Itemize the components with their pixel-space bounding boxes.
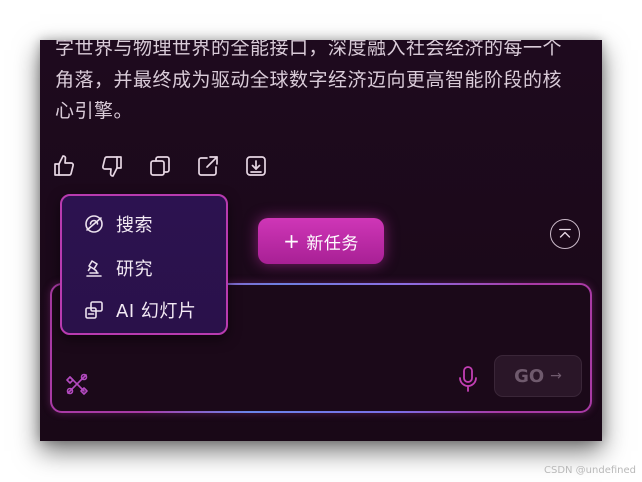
chevron-up-icon [559, 228, 571, 238]
arrow-right-icon: → [550, 368, 562, 384]
plus-icon: + [283, 229, 301, 253]
thumbs-down-icon [101, 156, 122, 177]
slides-icon [85, 301, 103, 319]
menu-item-label: AI 幻灯片 [116, 301, 197, 322]
mic-button[interactable] [456, 365, 480, 393]
new-task-label: 新任务 [306, 233, 359, 254]
go-label: GO [514, 365, 545, 387]
share-button[interactable] [194, 152, 222, 180]
collapse-button[interactable] [550, 219, 580, 249]
answer-line: 角落，并最终成为驱动全球数字经济迈向更高智能阶段的核 [55, 68, 563, 91]
watermark: CSDN @undefined [543, 465, 636, 476]
menu-item-label: 研究 [116, 259, 153, 280]
thumbs-up-icon [54, 155, 75, 176]
new-task-button[interactable]: + 新任务 [258, 218, 384, 264]
mic-icon [459, 366, 477, 392]
answer-line: 心引擎。 [55, 100, 134, 122]
mode-menu: 搜索 研究 AI 幻灯片 [60, 194, 228, 335]
go-button[interactable]: GO → [494, 355, 582, 397]
dislike-button[interactable] [98, 152, 126, 180]
answer-line: 字世界与物理世界的全能接口，深度融入社会经济的每一个 [55, 40, 563, 59]
like-button[interactable] [50, 152, 78, 180]
menu-item-label: 搜索 [116, 215, 153, 236]
microscope-icon [86, 260, 102, 277]
copy-icon [150, 156, 170, 176]
download-button[interactable] [242, 152, 270, 180]
chat-panel: 字世界与物理世界的全能接口，深度融入社会经济的每一个 角落，并最终成为驱动全球数… [40, 40, 602, 441]
answer-text: 字世界与物理世界的全能接口，深度融入社会经济的每一个 角落，并最终成为驱动全球数… [55, 40, 595, 128]
menu-item-research[interactable]: 研究 [84, 252, 153, 284]
copy-button[interactable] [146, 152, 174, 180]
tools-icon [66, 373, 88, 395]
share-icon [198, 156, 218, 176]
menu-item-search[interactable]: 搜索 [84, 208, 153, 240]
download-icon [246, 156, 266, 176]
tools-button[interactable] [64, 371, 90, 397]
search-icon [85, 215, 103, 233]
menu-item-ai-slides[interactable]: AI 幻灯片 [84, 294, 196, 326]
